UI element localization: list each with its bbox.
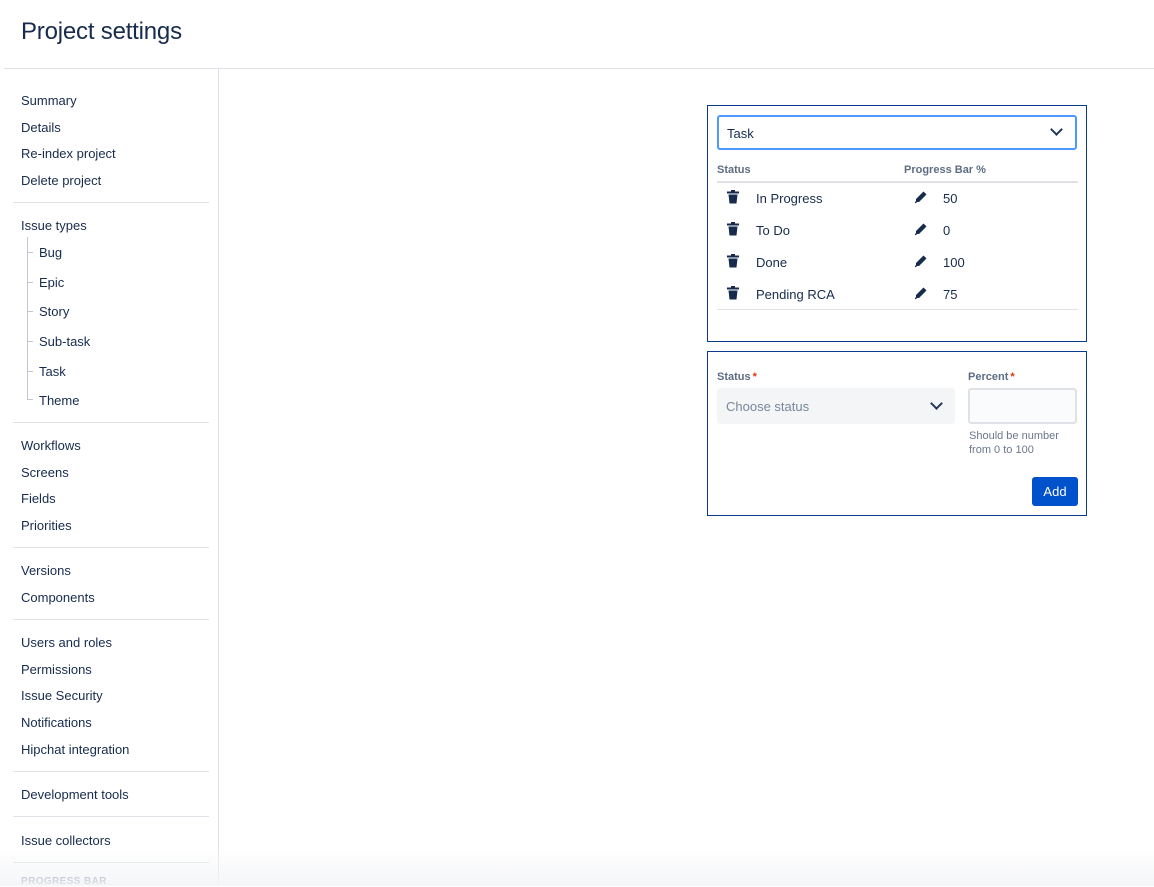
pencil-icon[interactable] bbox=[914, 254, 928, 268]
percent-label: Percent* bbox=[968, 371, 1015, 383]
sidebar-item-sub-task[interactable]: Sub-task bbox=[39, 334, 90, 349]
sidebar-item-versions[interactable]: Versions bbox=[21, 563, 71, 578]
tree-tick bbox=[27, 282, 33, 283]
sidebar-item-details[interactable]: Details bbox=[21, 120, 61, 135]
sidebar-item-components[interactable]: Components bbox=[21, 590, 95, 605]
sidebar-divider bbox=[13, 547, 209, 548]
sidebar: Summary Details Re-index project Delete … bbox=[4, 69, 219, 886]
sidebar-item-epic[interactable]: Epic bbox=[39, 275, 64, 290]
column-header-status: Status bbox=[717, 164, 751, 176]
row-percent: 100 bbox=[943, 255, 965, 270]
status-label-text: Status bbox=[717, 371, 751, 383]
table-row: Done 100 bbox=[717, 246, 1078, 278]
tree-tick bbox=[27, 252, 33, 253]
pencil-icon[interactable] bbox=[914, 190, 928, 204]
table-row: In Progress 50 bbox=[717, 182, 1078, 214]
progress-mapping-panel: Task Status Progress Bar % In Progress 5… bbox=[707, 105, 1087, 342]
status-select-placeholder: Choose status bbox=[726, 399, 809, 414]
pencil-icon[interactable] bbox=[914, 222, 928, 236]
row-percent: 50 bbox=[943, 191, 957, 206]
trash-icon[interactable] bbox=[727, 254, 739, 268]
sidebar-item-issue-types[interactable]: Issue types bbox=[21, 218, 87, 233]
row-status: Done bbox=[756, 255, 787, 270]
issue-type-select[interactable]: Task bbox=[717, 115, 1077, 150]
sidebar-divider bbox=[13, 202, 209, 203]
required-marker: * bbox=[1010, 371, 1014, 383]
sidebar-item-theme[interactable]: Theme bbox=[39, 393, 79, 408]
sidebar-divider bbox=[13, 619, 209, 620]
sidebar-item-bug[interactable]: Bug bbox=[39, 245, 62, 260]
required-marker: * bbox=[753, 371, 757, 383]
page-header: Project settings bbox=[4, 0, 1154, 69]
sidebar-item-delete-project[interactable]: Delete project bbox=[21, 173, 101, 188]
table-bottom-divider bbox=[717, 309, 1078, 310]
pencil-icon[interactable] bbox=[914, 286, 928, 300]
table-row: Pending RCA 75 bbox=[717, 278, 1078, 310]
trash-icon[interactable] bbox=[727, 190, 739, 204]
sidebar-item-development-tools[interactable]: Development tools bbox=[21, 787, 129, 802]
issue-type-select-value: Task bbox=[727, 126, 754, 141]
sidebar-divider bbox=[13, 771, 209, 772]
sidebar-item-hipchat-integration[interactable]: Hipchat integration bbox=[21, 742, 129, 757]
row-status: In Progress bbox=[756, 191, 822, 206]
tree-tick bbox=[27, 371, 33, 372]
trash-icon[interactable] bbox=[727, 222, 739, 236]
sidebar-item-task[interactable]: Task bbox=[39, 364, 66, 379]
add-mapping-panel: Status* Percent* Choose status Should be… bbox=[707, 351, 1087, 516]
sidebar-item-story[interactable]: Story bbox=[39, 304, 69, 319]
status-label: Status* bbox=[717, 371, 757, 383]
table-row: To Do 0 bbox=[717, 214, 1078, 246]
sidebar-divider bbox=[13, 862, 209, 863]
row-percent: 75 bbox=[943, 287, 957, 302]
add-button[interactable]: Add bbox=[1032, 477, 1078, 506]
sidebar-divider bbox=[13, 422, 209, 423]
tree-line bbox=[27, 237, 28, 399]
page-title: Project settings bbox=[21, 18, 182, 46]
sidebar-item-issue-security[interactable]: Issue Security bbox=[21, 688, 103, 703]
row-percent: 0 bbox=[943, 223, 950, 238]
sidebar-item-users-and-roles[interactable]: Users and roles bbox=[21, 635, 112, 650]
percent-label-text: Percent bbox=[968, 371, 1008, 383]
tree-tick bbox=[27, 311, 33, 312]
row-status: To Do bbox=[756, 223, 790, 238]
status-select[interactable]: Choose status bbox=[717, 388, 955, 424]
sidebar-item-reindex-project[interactable]: Re-index project bbox=[21, 146, 116, 161]
sidebar-section-heading: PROGRESS BAR bbox=[21, 876, 107, 887]
tree-tick bbox=[27, 341, 33, 342]
row-status: Pending RCA bbox=[756, 287, 835, 302]
sidebar-divider bbox=[13, 816, 209, 817]
percent-help-text: Should be number from 0 to 100 bbox=[969, 429, 1079, 457]
chevron-down-icon bbox=[930, 397, 943, 410]
chevron-down-icon bbox=[1050, 123, 1063, 136]
sidebar-item-issue-collectors[interactable]: Issue collectors bbox=[21, 833, 111, 848]
sidebar-item-fields[interactable]: Fields bbox=[21, 491, 56, 506]
sidebar-item-summary[interactable]: Summary bbox=[21, 93, 77, 108]
sidebar-item-screens[interactable]: Screens bbox=[21, 465, 69, 480]
sidebar-item-priorities[interactable]: Priorities bbox=[21, 518, 72, 533]
percent-input[interactable] bbox=[968, 388, 1077, 424]
trash-icon[interactable] bbox=[727, 286, 739, 300]
sidebar-item-permissions[interactable]: Permissions bbox=[21, 662, 92, 677]
tree-tick bbox=[27, 399, 33, 400]
sidebar-item-notifications[interactable]: Notifications bbox=[21, 715, 92, 730]
sidebar-item-workflows[interactable]: Workflows bbox=[21, 438, 81, 453]
column-header-progress: Progress Bar % bbox=[904, 164, 986, 176]
